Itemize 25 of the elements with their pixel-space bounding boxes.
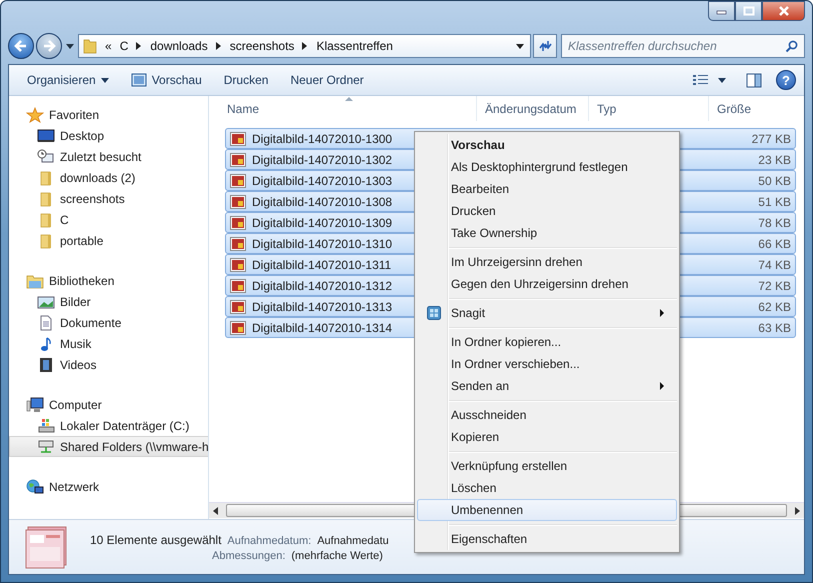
file-size: 66 KB <box>758 236 791 250</box>
file-name: Digitalbild-14072010-1302 <box>252 152 392 166</box>
file-name: Digitalbild-14072010-1309 <box>252 216 392 230</box>
file-size: 51 KB <box>758 194 791 208</box>
property-label: Aufnahmedatum: <box>227 534 312 546</box>
file-name: Digitalbild-14072010-1310 <box>252 236 392 250</box>
file-size: 78 KB <box>758 216 791 230</box>
file-name: Digitalbild-14072010-1311 <box>252 258 392 272</box>
file-name: Digitalbild-14072010-1308 <box>252 194 392 208</box>
file-size: 23 KB <box>758 152 791 166</box>
property-label: Abmessungen: <box>212 550 286 562</box>
file-size: 72 KB <box>758 278 791 292</box>
file-size: 277 KB <box>752 132 791 146</box>
file-name: Digitalbild-14072010-1313 <box>252 300 392 314</box>
file-name: Digitalbild-14072010-1314 <box>252 320 392 334</box>
selection-count: 10 Elemente ausgewählt <box>90 532 222 546</box>
property-value: (mehrfache Werte) <box>291 550 383 562</box>
file-name: Digitalbild-14072010-1300 <box>252 132 392 146</box>
file-size: 63 KB <box>758 320 791 334</box>
file-size: 50 KB <box>758 174 791 188</box>
file-size: 62 KB <box>758 300 791 314</box>
property-value: Aufnahmedatu <box>317 534 389 546</box>
file-size: 74 KB <box>758 258 791 272</box>
file-name: Digitalbild-14072010-1312 <box>252 278 392 292</box>
file-name: Digitalbild-14072010-1303 <box>252 174 392 188</box>
